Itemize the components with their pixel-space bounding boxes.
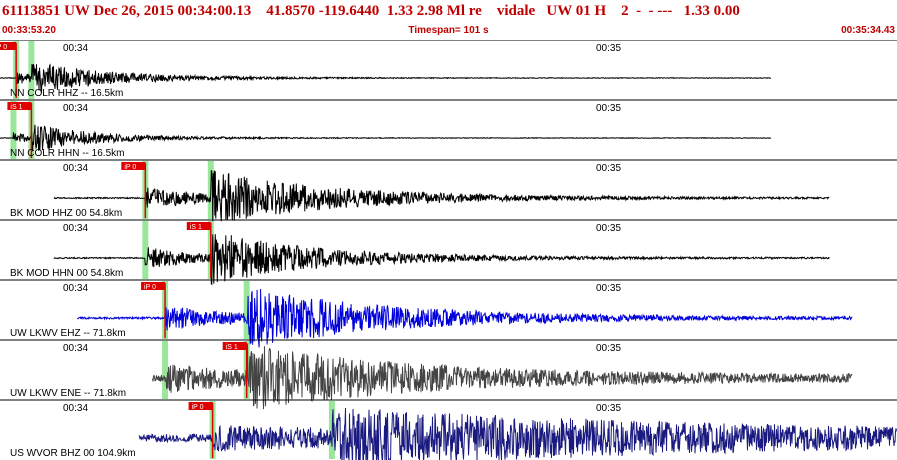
station-label: US WVOR BHZ 00 104.9km	[10, 448, 136, 459]
pick-label: iS 1	[10, 104, 22, 111]
p-window-band	[142, 221, 149, 279]
timespan: Timespan= 101 s	[408, 25, 489, 36]
p-window-band	[162, 341, 169, 399]
time-tick-label: 00:35	[596, 283, 621, 294]
pick-label: iS 1	[190, 224, 202, 231]
event-title: 61113851 UW Dec 26, 2015 00:34:00.13 41.…	[2, 3, 740, 19]
trace-panels: 00:34 00:35 iP 0 NN COLR HHZ -- 16.5km 00:34…	[0, 40, 897, 460]
station-label: NN COLR HHN -- 16.5km	[10, 148, 124, 159]
header-bar: 61113851 UW Dec 26, 2015 00:34:00.13 41.…	[0, 0, 897, 40]
waveform-trace	[152, 344, 853, 410]
station-label: BK MOD HHZ 00 54.8km	[10, 208, 122, 219]
pick-label: iP 0	[124, 164, 136, 171]
waveform-trace	[77, 288, 853, 348]
waveform-trace	[138, 407, 897, 460]
time-tick-label: 00:35	[596, 163, 621, 174]
seismogram-traces: 00:34 00:35 iP 0 NN COLR HHZ -- 16.5km 00:34…	[0, 40, 897, 460]
pick-label: iS 1	[226, 344, 238, 351]
waveform-trace	[53, 170, 830, 223]
end-time: 00:35:34.43	[841, 25, 895, 36]
pick-label: iP 0	[192, 404, 204, 411]
time-tick-label: 00:34	[63, 343, 88, 354]
time-tick-label: 00:34	[63, 223, 88, 234]
station-label: UW LKWV EHZ -- 71.8km	[10, 328, 126, 339]
station-label: UW LKWV ENE -- 71.8km	[10, 388, 126, 399]
waveform-trace	[53, 234, 830, 286]
station-label: NN COLR HHZ -- 16.5km	[10, 88, 123, 99]
time-tick-label: 00:34	[63, 283, 88, 294]
station-label: BK MOD HHN 00 54.8km	[10, 268, 123, 279]
time-tick-label: 00:35	[596, 343, 621, 354]
time-tick-label: 00:34	[63, 403, 88, 414]
time-tick-label: 00:34	[63, 103, 88, 114]
time-tick-label: 00:35	[596, 223, 621, 234]
time-tick-label: 00:34	[63, 163, 88, 174]
time-tick-label: 00:35	[596, 403, 621, 414]
time-tick-label: 00:35	[596, 43, 621, 54]
time-tick-label: 00:35	[596, 103, 621, 114]
pick-label: iP 0	[0, 44, 7, 51]
time-tick-label: 00:34	[63, 43, 88, 54]
pick-label: iP 0	[144, 284, 156, 291]
